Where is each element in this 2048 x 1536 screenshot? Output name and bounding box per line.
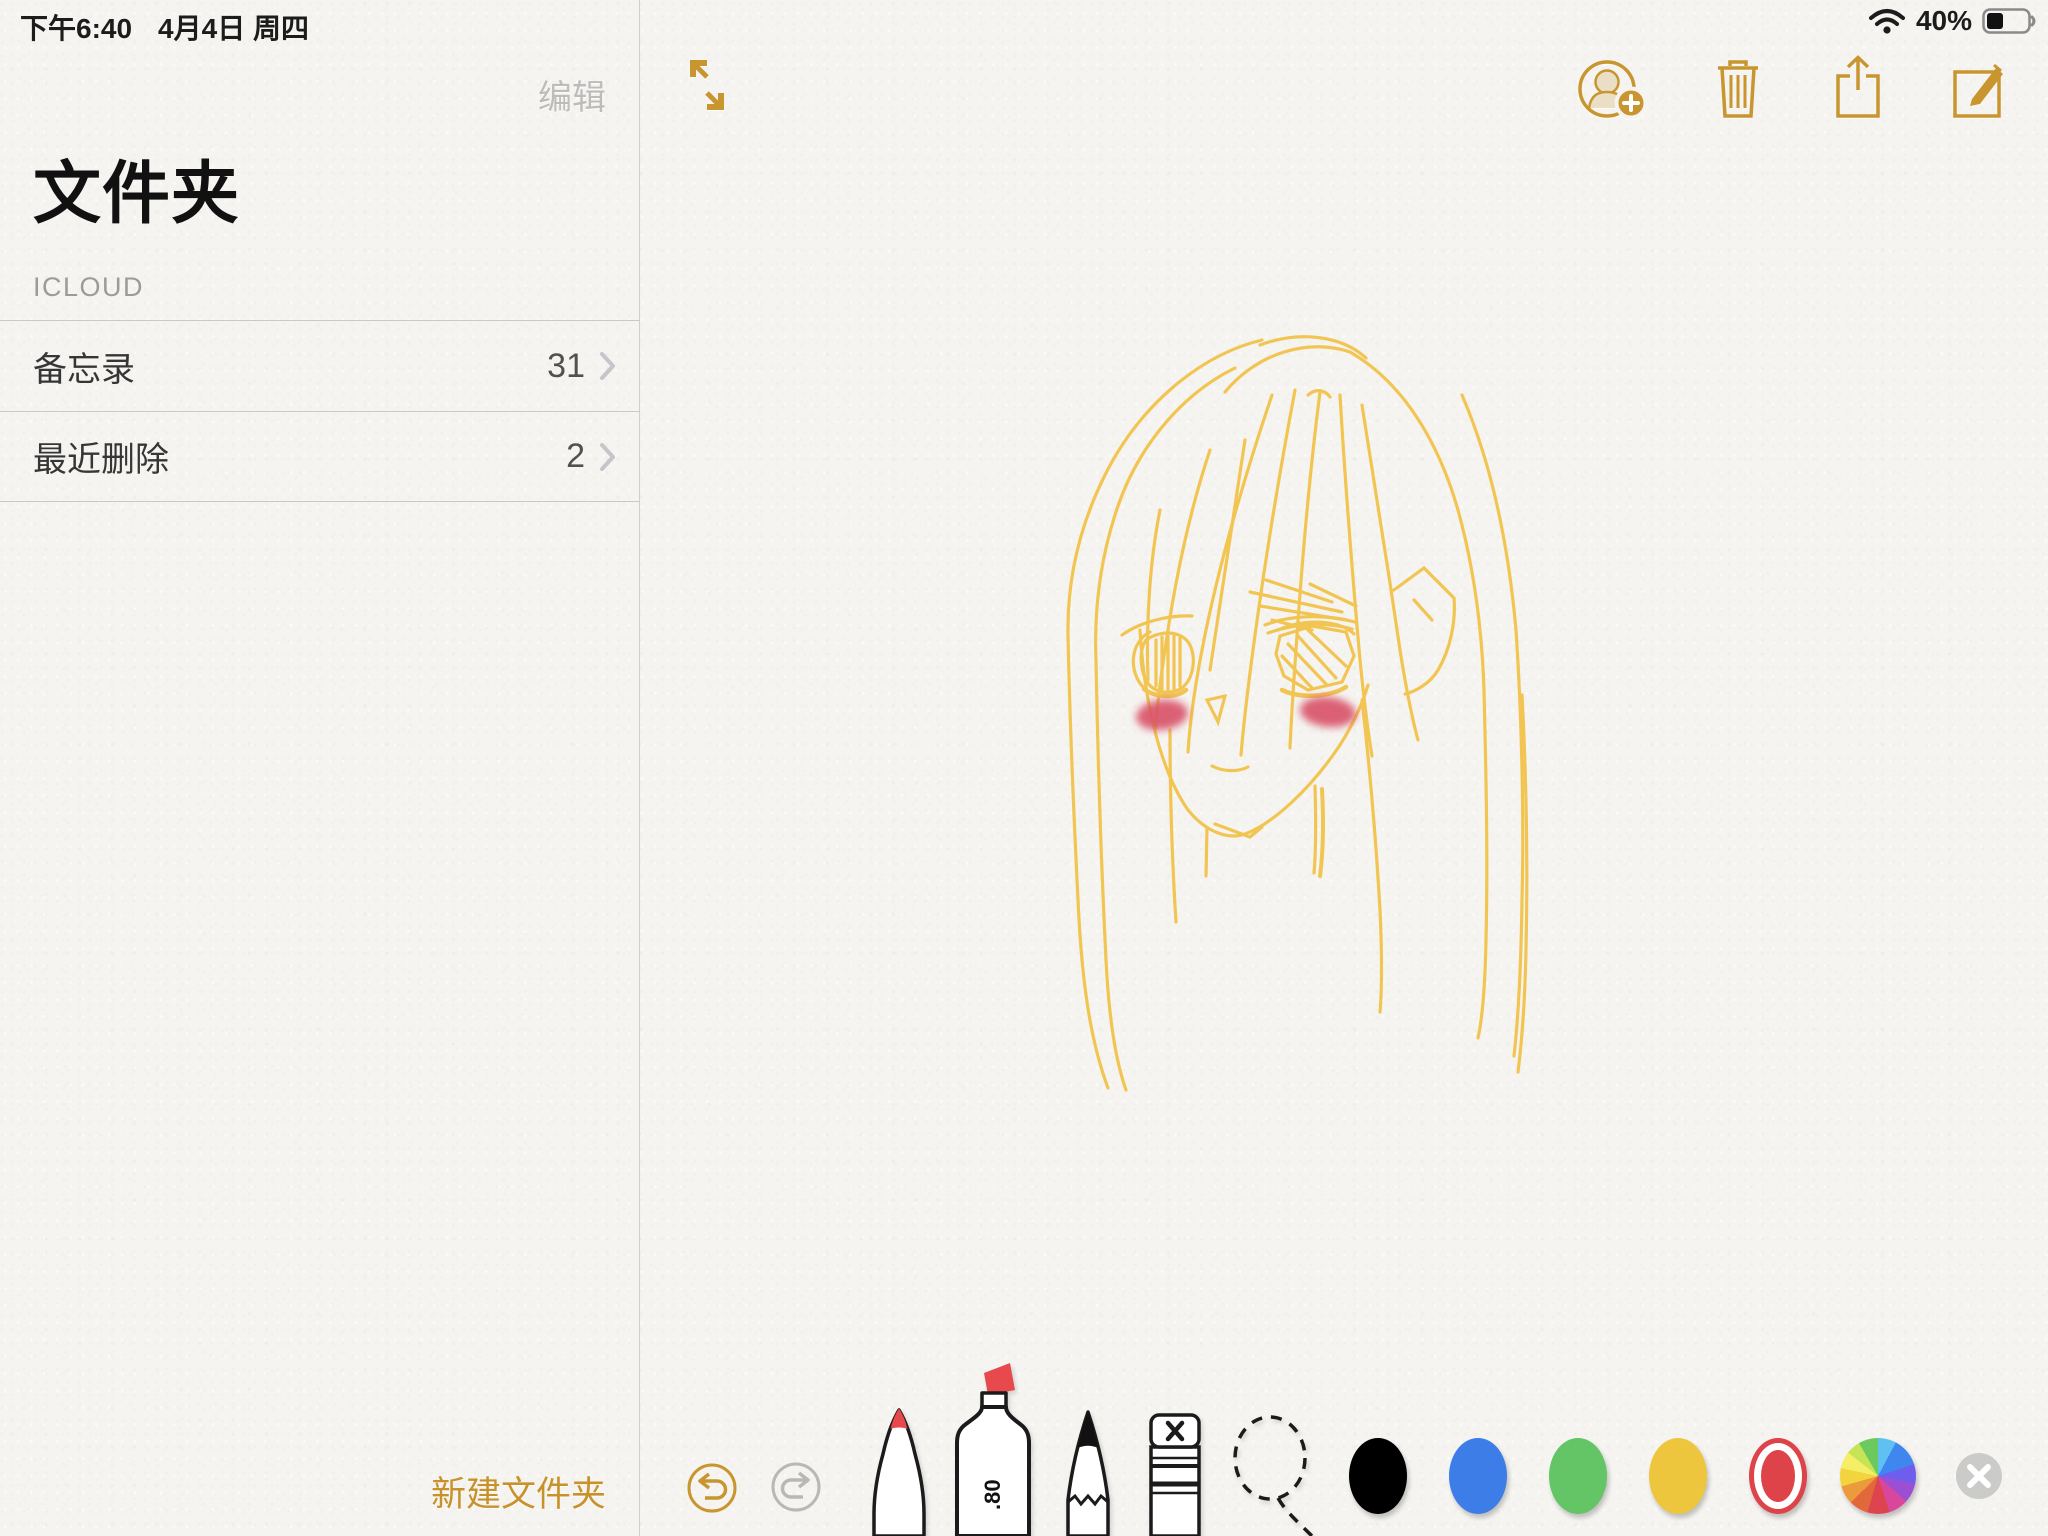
tool-lasso[interactable] [1222,1412,1322,1536]
color-swatch-yellow[interactable] [1649,1438,1707,1514]
folder-count: 31 [547,347,585,386]
new-folder-button[interactable]: 新建文件夹 [431,1466,606,1517]
color-swatch-red-selected[interactable] [1749,1438,1807,1514]
drawing-canvas[interactable] [1010,300,1570,1100]
tool-marker[interactable]: .80 [950,1360,1036,1536]
undo-icon[interactable] [686,1462,738,1514]
icloud-section-header: ICLOUD [33,272,144,303]
tool-eraser[interactable] [1146,1410,1204,1536]
edit-button[interactable]: 编辑 [538,70,606,119]
sidebar-item-notes[interactable]: 备忘录 31 [0,320,640,411]
folder-list: 备忘录 31 最近删除 2 [0,320,640,502]
trash-icon[interactable] [1714,58,1762,120]
battery-icon [1982,7,2038,35]
close-x-glyph [1966,1463,1992,1489]
notes-app-screen: 下午6:40 4月4日 周四 40% 编辑 文件夹 ICLOUD 备忘录 31 [0,0,2048,1536]
folder-count: 2 [566,437,585,476]
status-bar-right: 40% [1868,5,2038,37]
folder-label: 备忘录 [33,342,547,391]
tool-pen[interactable] [868,1406,930,1536]
selected-core [1761,1450,1795,1502]
color-swatch-black[interactable] [1349,1438,1407,1514]
hair-and-face-strokes [1068,337,1527,1090]
page-title: 文件夹 [33,138,240,237]
redo-icon[interactable] [770,1461,822,1513]
color-swatch-blue[interactable] [1449,1438,1507,1514]
marker-size-label: .80 [980,1479,1005,1510]
share-icon[interactable] [1834,54,1882,120]
color-wheel-swatch[interactable] [1840,1438,1916,1514]
chevron-right-icon [599,351,616,381]
add-collaborator-icon[interactable] [1576,58,1652,122]
sidebar: 编辑 文件夹 ICLOUD 备忘录 31 最近删除 2 新建文件夹 [0,0,640,1536]
color-swatch-green[interactable] [1549,1438,1607,1514]
folder-label: 最近删除 [33,432,566,481]
compose-icon[interactable] [1952,54,2006,120]
expand-diagonal-icon[interactable] [686,56,728,114]
battery-percent: 40% [1916,5,1972,37]
tool-pencil[interactable] [1062,1408,1114,1536]
close-icon[interactable] [1956,1453,2002,1499]
chevron-right-icon [599,442,616,472]
sidebar-item-recently-deleted[interactable]: 最近删除 2 [0,411,640,502]
wifi-icon [1868,7,1906,35]
